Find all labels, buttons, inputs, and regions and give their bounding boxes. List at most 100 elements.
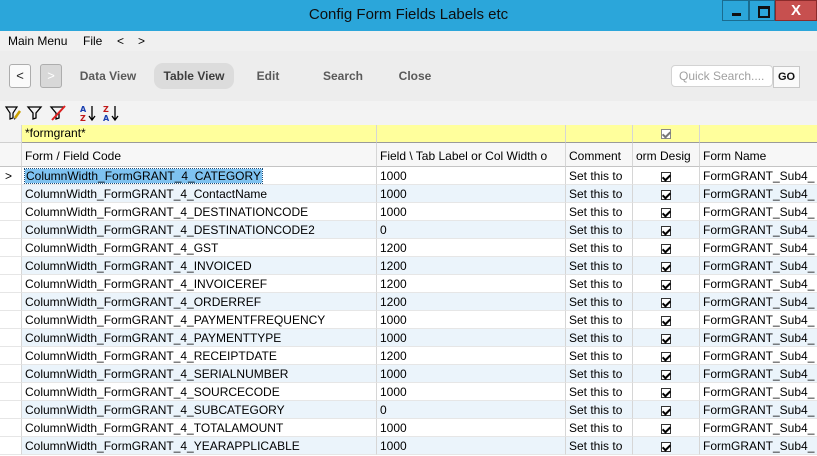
cell-form-name[interactable]: FormGRANT_Sub4_ (700, 221, 817, 239)
table-view-button[interactable]: Table View (154, 63, 234, 89)
cell-form-name[interactable]: FormGRANT_Sub4_ (700, 347, 817, 365)
cell-design-checkbox[interactable] (633, 203, 700, 221)
cell-form-field-code[interactable]: ColumnWidth_FormGRANT_4_ContactName (22, 185, 377, 203)
go-button[interactable]: GO (773, 66, 800, 88)
checkbox-checked-icon[interactable] (661, 316, 671, 326)
checkbox-checked-icon[interactable] (661, 370, 671, 380)
cell-form-field-code[interactable]: ColumnWidth_FormGRANT_4_GST (22, 239, 377, 257)
filter-design-checkbox[interactable] (633, 125, 700, 143)
cell-form-field-code[interactable]: ColumnWidth_FormGRANT_4_RECEIPTDATE (22, 347, 377, 365)
cell-label-value[interactable]: 1000 (377, 311, 566, 329)
checkbox-checked-icon[interactable] (661, 442, 671, 452)
cell-design-checkbox[interactable] (633, 257, 700, 275)
cell-form-name[interactable]: FormGRANT_Sub4_ (700, 365, 817, 383)
cell-label-value[interactable]: 1200 (377, 275, 566, 293)
cell-form-field-code[interactable]: ColumnWidth_FormGRANT_4_DESTINATIONCODE (22, 203, 377, 221)
menu-back[interactable]: < (117, 34, 124, 48)
cell-label-value[interactable]: 1200 (377, 257, 566, 275)
cell-form-field-code[interactable]: ColumnWidth_FormGRANT_4_DESTINATIONCODE2 (22, 221, 377, 239)
cell-form-name[interactable]: FormGRANT_Sub4_ (700, 185, 817, 203)
row-indicator[interactable] (0, 419, 22, 437)
cell-comment[interactable]: Set this to (566, 347, 633, 365)
checkbox-checked-icon[interactable] (661, 208, 671, 218)
cell-form-name[interactable]: FormGRANT_Sub4_ (700, 167, 817, 185)
row-indicator[interactable] (0, 185, 22, 203)
cell-comment[interactable]: Set this to (566, 221, 633, 239)
table-row[interactable]: ColumnWidth_FormGRANT_4_DESTINATIONCODE2… (0, 221, 817, 239)
cell-comment[interactable]: Set this to (566, 437, 633, 455)
cell-comment[interactable]: Set this to (566, 239, 633, 257)
filter-comment-input[interactable] (566, 125, 633, 143)
cell-comment[interactable]: Set this to (566, 257, 633, 275)
cell-design-checkbox[interactable] (633, 221, 700, 239)
cell-form-name[interactable]: FormGRANT_Sub4_ (700, 401, 817, 419)
cell-comment[interactable]: Set this to (566, 275, 633, 293)
row-indicator[interactable] (0, 257, 22, 275)
cell-label-value[interactable]: 1200 (377, 293, 566, 311)
checkbox-checked-icon[interactable] (661, 244, 671, 254)
row-indicator[interactable]: > (0, 167, 22, 185)
table-row[interactable]: ColumnWidth_FormGRANT_4_TOTALAMOUNT 1000 S… (0, 419, 817, 437)
checkbox-checked-icon[interactable] (661, 262, 671, 272)
cell-form-field-code[interactable]: ColumnWidth_FormGRANT_4_SUBCATEGORY (22, 401, 377, 419)
cell-design-checkbox[interactable] (633, 275, 700, 293)
checkbox-checked-icon[interactable] (661, 280, 671, 290)
sort-az-icon[interactable]: A Z (79, 104, 97, 122)
cell-comment[interactable]: Set this to (566, 383, 633, 401)
cell-form-field-code[interactable]: ColumnWidth_FormGRANT_4_YEARAPPLICABLE (22, 437, 377, 455)
menu-forward[interactable]: > (138, 34, 145, 48)
table-row[interactable]: ColumnWidth_FormGRANT_4_SOURCECODE 1000 Se… (0, 383, 817, 401)
sort-za-icon[interactable]: Z A (102, 104, 120, 122)
cell-design-checkbox[interactable] (633, 419, 700, 437)
row-indicator[interactable] (0, 383, 22, 401)
cell-design-checkbox[interactable] (633, 401, 700, 419)
checkbox-checked-icon[interactable] (661, 352, 671, 362)
column-header-design[interactable]: orm Desig (633, 143, 700, 167)
table-row[interactable]: ColumnWidth_FormGRANT_4_GST 1200 Set this … (0, 239, 817, 257)
table-row[interactable]: ColumnWidth_FormGRANT_4_SERIALNUMBER 1000… (0, 365, 817, 383)
minimize-button[interactable] (722, 0, 749, 21)
cell-comment[interactable]: Set this to (566, 401, 633, 419)
checkbox-checked-icon[interactable] (661, 334, 671, 344)
cell-design-checkbox[interactable] (633, 311, 700, 329)
cell-label-value[interactable]: 1000 (377, 365, 566, 383)
cell-form-field-code[interactable]: ColumnWidth_FormGRANT_4_SOURCECODE (22, 383, 377, 401)
checkbox-checked-icon[interactable] (661, 172, 671, 182)
table-row[interactable]: ColumnWidth_FormGRANT_4_ORDERREF 1200 Set … (0, 293, 817, 311)
cell-label-value[interactable]: 1000 (377, 185, 566, 203)
quick-search-input[interactable]: Quick Search.... (671, 65, 773, 87)
cell-label-value[interactable]: 1000 (377, 167, 566, 185)
row-indicator[interactable] (0, 275, 22, 293)
row-indicator[interactable] (0, 329, 22, 347)
cell-design-checkbox[interactable] (633, 329, 700, 347)
forward-button[interactable]: > (40, 64, 62, 88)
filter-form-input[interactable] (700, 125, 817, 143)
cell-form-field-code[interactable]: ColumnWidth_FormGRANT_4_INVOICED (22, 257, 377, 275)
checkbox-checked-icon[interactable] (661, 298, 671, 308)
filter-edit-icon[interactable] (4, 104, 22, 122)
menu-main-menu[interactable]: Main Menu (8, 34, 67, 48)
cell-comment[interactable]: Set this to (566, 167, 633, 185)
row-indicator[interactable] (0, 347, 22, 365)
cell-label-value[interactable]: 0 (377, 401, 566, 419)
column-header-label[interactable]: Field \ Tab Label or Col Width o (377, 143, 566, 167)
row-indicator[interactable] (0, 365, 22, 383)
cell-form-name[interactable]: FormGRANT_Sub4_ (700, 311, 817, 329)
cell-design-checkbox[interactable] (633, 383, 700, 401)
cell-form-field-code[interactable]: ColumnWidth_FormGRANT_4_PAYMENTFREQUENCY (22, 311, 377, 329)
cell-label-value[interactable]: 0 (377, 221, 566, 239)
data-view-button[interactable]: Data View (74, 63, 142, 89)
row-indicator[interactable] (0, 401, 22, 419)
checkbox-checked-icon[interactable] (661, 406, 671, 416)
cell-form-field-code[interactable]: ColumnWidth_FormGRANT_4_ORDERREF (22, 293, 377, 311)
back-button[interactable]: < (9, 64, 31, 88)
cell-design-checkbox[interactable] (633, 437, 700, 455)
filter-label-input[interactable] (377, 125, 566, 143)
column-header-comment[interactable]: Comment (566, 143, 633, 167)
cell-form-name[interactable]: FormGRANT_Sub4_ (700, 329, 817, 347)
cell-comment[interactable]: Set this to (566, 365, 633, 383)
column-header-form-name[interactable]: Form Name (700, 143, 817, 167)
table-row[interactable]: ColumnWidth_FormGRANT_4_INVOICEREF 1200 Se… (0, 275, 817, 293)
table-row[interactable]: ColumnWidth_FormGRANT_4_RECEIPTDATE 1200 S… (0, 347, 817, 365)
cell-design-checkbox[interactable] (633, 347, 700, 365)
